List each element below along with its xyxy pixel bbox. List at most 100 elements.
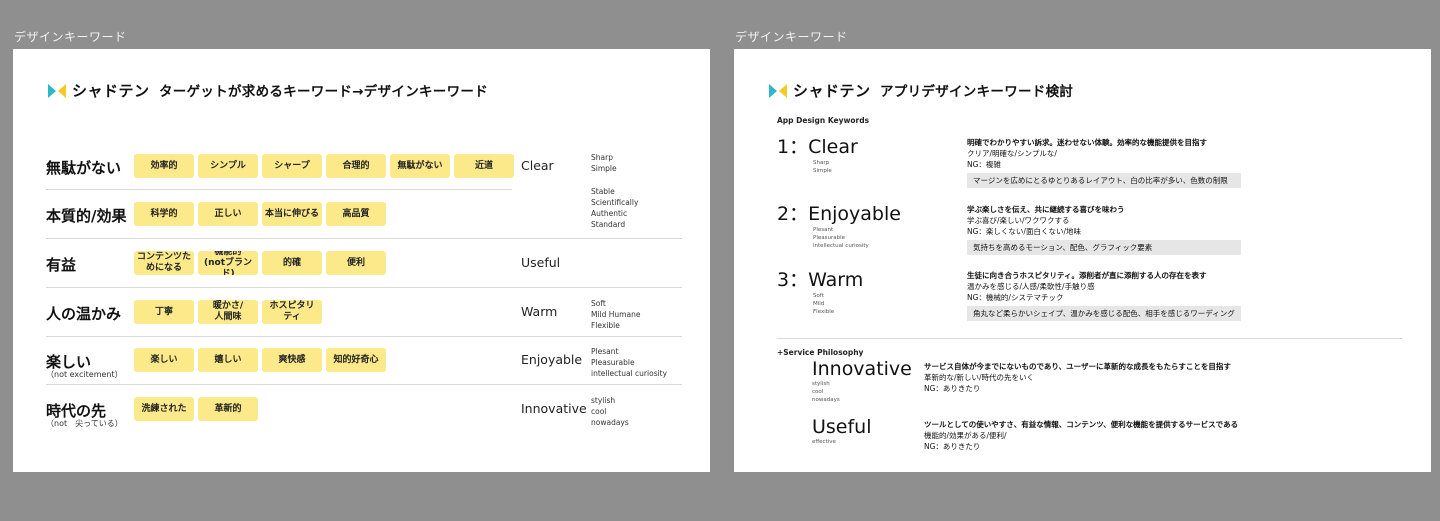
row-sublabel: （not 尖っている） (46, 419, 123, 428)
design-keyword: Warm (521, 304, 558, 319)
keyword-subterms: Soft Mild Flexible (813, 292, 863, 316)
keyword-tag[interactable]: 暖かさ/ 人間味 (198, 300, 258, 324)
subterm: Plesant (813, 227, 834, 233)
subterm: Scientifically (591, 198, 639, 207)
design-note: 気持ちを高めるモーション、配色、グラフィック要素 (967, 240, 1241, 255)
subterm: intellectual curiosity (591, 369, 668, 378)
description-line: NG：楽しくない/面白くない/地味 (967, 227, 1081, 236)
keyword-subterms: Plesant Pleasurable intellectual curiosity (813, 226, 901, 250)
section-label: App Design Keywords (777, 116, 870, 125)
row-divider (46, 287, 682, 288)
row-label: 人の温かみ (46, 305, 122, 323)
description-lead: サービス自体が今までにないものであり、ユーザーに革新的な成長をもたらすことを目指… (924, 362, 1231, 371)
design-keyword: Clear (521, 158, 554, 173)
keyword-description: 生徒に向き合うホスピタリティ。添削者が直に添削する人の存在を表す 温かみを感じる/… (967, 270, 1267, 321)
section-divider (777, 338, 1402, 339)
keyword-tag[interactable]: ホスピタリ ティ (262, 300, 322, 324)
tag-group: 効率的 シンプル シャープ 合理的 無駄がない 近道 (134, 154, 514, 178)
subterm: Standard (591, 220, 626, 229)
keyword-tag[interactable]: 嬉しい (198, 348, 258, 372)
brand-logo: シャドテン (769, 80, 871, 101)
description-line: NG：ありきたり (924, 442, 981, 451)
subterm: nowadays (591, 418, 629, 427)
row-sublabel: （not excitement） (46, 370, 123, 379)
philosophy-block: Useful effective ツールとしての使いやすさ、有益な情報、コンテンツ、… (812, 416, 1238, 451)
subterm: Pleasurable (813, 235, 845, 241)
description-lead: ツールとしての使いやすさ、有益な情報、コンテンツ、便利な機能を提供するサービスで… (924, 420, 1239, 429)
tag-group: 科学的 正しい 本当に伸びる 高品質 (134, 202, 386, 226)
subterm: effective (812, 439, 836, 445)
row-divider (46, 336, 682, 337)
keyword-tag[interactable]: 便利 (326, 251, 386, 275)
subterm: Mild Humane (591, 310, 641, 319)
keyword-subterms: Sharp Simple (591, 152, 617, 174)
keyword-tag[interactable]: 的確 (262, 251, 322, 275)
subterm: Sharp (591, 153, 613, 162)
shadoten-logo-icon (769, 83, 787, 98)
logo-text: シャドテン (72, 82, 150, 100)
tag-group: コンテンツた めになる 機能的 (notブランド) 的確 便利 (134, 251, 386, 275)
philosophy-block: Innovative stylish cool nowadays サービス自体が今までに… (812, 358, 1231, 404)
design-keyword: Innovative (521, 401, 587, 416)
keyword-tag[interactable]: 知的好奇心 (326, 348, 386, 372)
subterm: Pleasurable (591, 358, 635, 367)
frame-label-right: デザインキーワード (735, 30, 848, 44)
artboard-target-keywords[interactable]: シャドテン ターゲットが求めるキーワード→デザインキーワード 無駄がない 効率的シ… (13, 49, 710, 472)
keyword-tag[interactable]: 高品質 (326, 202, 386, 226)
keyword-tag[interactable]: 洗練された (134, 397, 194, 421)
subterm: Flexible (813, 309, 835, 315)
keyword-heading: 1：Clear (777, 136, 858, 158)
philosophy-heading: Innovative (812, 358, 912, 380)
keyword-subterms: stylish cool nowadays (591, 395, 629, 428)
design-note: 角丸など柔らかいシェイプ、温かみを感じる配色、相手を感じるワーディング (967, 306, 1241, 321)
description-line: 温かみを感じる/人感/柔軟性/手触り感 (967, 282, 1095, 291)
keyword-tag[interactable]: 楽しい (134, 348, 194, 372)
keyword-tag[interactable]: 科学的 (134, 202, 194, 226)
brand-logo: シャドテン (48, 80, 150, 101)
description-line: クリア/明確な/シンプルな/ (967, 149, 1057, 158)
row-label: 有益 (46, 256, 77, 274)
keyword-subterms: Soft Mild Humane Flexible (591, 298, 640, 331)
keyword-tag[interactable]: シャープ (262, 154, 322, 178)
keyword-tag[interactable]: 効率的 (134, 154, 194, 178)
subterm: intellectual curiosity (813, 243, 869, 249)
keyword-tag[interactable]: 革新的 (198, 397, 258, 421)
philosophy-label: +Service Philosophy (777, 348, 864, 357)
subterm: cool (812, 389, 824, 395)
keyword-tag[interactable]: 近道 (454, 154, 514, 178)
philosophy-subterms: stylish cool nowadays (812, 380, 912, 404)
keyword-description: 明確でわかりやすい訴求。迷わせない体験。効率的な機能提供を目指す クリア/明確な/… (967, 137, 1267, 188)
description-lead: 学ぶ楽しさを伝え、共に継続する喜びを味わう (967, 205, 1125, 214)
subterm: Sharp (813, 160, 830, 166)
shadoten-logo-icon (48, 83, 66, 98)
keyword-tag[interactable]: 丁寧 (134, 300, 194, 324)
subterm: stylish (812, 381, 830, 387)
keyword-tag[interactable]: 無駄がない (390, 154, 450, 178)
keyword-subterms: Sharp Simple (813, 159, 858, 175)
subterm: Stable (591, 187, 615, 196)
description-line: 機能的/効果がある/便利/ (924, 431, 1007, 440)
keyword-description: 学ぶ楽しさを伝え、共に継続する喜びを味わう 学ぶ喜び/楽しい/ワクワクする NG：楽… (967, 204, 1267, 255)
keyword-tag[interactable]: コンテンツた めになる (134, 251, 194, 275)
keyword-subterms: Stable Scientifically Authentic Standard (591, 186, 638, 230)
subterm: stylish (591, 396, 616, 405)
description-line: NG：機械的/システマチック (967, 293, 1064, 302)
keyword-tag[interactable]: 爽快感 (262, 348, 322, 372)
tag-group: 楽しい 嬉しい 爽快感 知的好奇心 (134, 348, 386, 372)
keyword-tag[interactable]: シンプル (198, 154, 258, 178)
artboard-app-keywords[interactable]: シャドテン アプリデザインキーワード検討 App Design Keywords… (734, 49, 1431, 472)
keyword-tag[interactable]: 正しい (198, 202, 258, 226)
subterm: Simple (813, 168, 832, 174)
keyword-subterms: Plesant Pleasurable intellectual curiosity (591, 346, 667, 379)
keyword-tag[interactable]: 機能的 (notブランド) (198, 251, 258, 275)
keyword-tag[interactable]: 本当に伸びる (262, 202, 322, 226)
design-keyword: Useful (521, 255, 561, 270)
description-line: 革新的な/新しい/時代の先をいく (924, 373, 1035, 382)
keyword-tag[interactable]: 合理的 (326, 154, 386, 178)
keyword-block: 1：Clear Sharp Simple 明確でわかりやすい訴求。迷わせない体験。効率… (777, 132, 1241, 188)
keyword-heading: 2：Enjoyable (777, 203, 901, 225)
row-divider (46, 384, 682, 385)
subterm: nowadays (812, 397, 840, 403)
keyword-heading: 3：Warm (777, 269, 864, 291)
description-line: NG：ありきたり (924, 384, 981, 393)
